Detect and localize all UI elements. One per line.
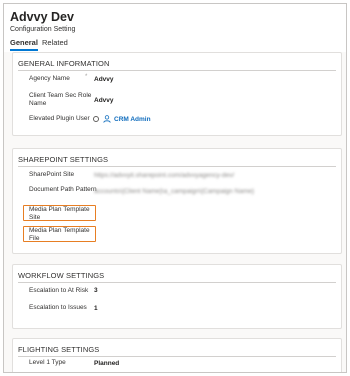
media-plan-template-file-label: Media Plan Template File xyxy=(29,227,90,242)
agency-name-label: Agency Name xyxy=(29,75,70,82)
person-icon xyxy=(103,115,111,123)
section-divider xyxy=(18,356,336,357)
section-divider xyxy=(18,166,336,167)
document-path-pattern-field[interactable]: accounts\{Client Name}\a_campaign\{Campa… xyxy=(94,188,254,195)
sharepoint-site-field[interactable]: https://advvyit.sharepoint.com/advvyagen… xyxy=(94,172,234,179)
elevated-plugin-user-lookup[interactable]: CRM Admin xyxy=(93,115,151,123)
agency-name-field[interactable]: Advvy xyxy=(94,76,114,83)
section-title: GENERAL INFORMATION xyxy=(18,59,110,68)
tab-general[interactable]: General xyxy=(10,38,38,47)
escalation-at-risk-field[interactable]: 3 xyxy=(94,287,98,294)
section-title: FLIGHTING SETTINGS xyxy=(18,345,100,354)
section-title: WORKFLOW SETTINGS xyxy=(18,271,105,280)
level-1-type-field[interactable]: Planned xyxy=(94,360,119,367)
sharepoint-site-label: SharePoint Site xyxy=(29,171,75,178)
escalation-issues-label: Escalation to Issues xyxy=(29,304,87,311)
document-path-pattern-label: Document Path Pattern xyxy=(29,186,97,193)
section-title: SHAREPOINT SETTINGS xyxy=(18,155,109,164)
tab-bar: General Related xyxy=(4,34,346,52)
record-title: Advvy Dev xyxy=(10,10,74,24)
required-indicator: * xyxy=(85,74,88,80)
workflow-settings-section: WORKFLOW SETTINGS Escalation to At Risk … xyxy=(12,264,342,329)
entity-name: Configuration Setting xyxy=(10,26,76,33)
client-team-label: Client Team Sec Role Name xyxy=(29,92,92,107)
form-window: Advvy Dev Configuration Setting General … xyxy=(3,3,347,373)
flighting-settings-section: FLIGHTING SETTINGS Level 1 Type Planned xyxy=(12,338,342,372)
escalation-issues-field[interactable]: 1 xyxy=(94,305,98,312)
lookup-circle-icon xyxy=(93,116,99,122)
general-information-section: GENERAL INFORMATION Agency Name * Advvy … xyxy=(12,52,342,136)
tab-related[interactable]: Related xyxy=(42,38,68,47)
section-divider xyxy=(18,70,336,71)
section-divider xyxy=(18,282,336,283)
client-team-field[interactable]: Advvy xyxy=(94,97,114,104)
selected-tab-indicator xyxy=(10,49,38,51)
sharepoint-settings-section: SHAREPOINT SETTINGS SharePoint Site http… xyxy=(12,148,342,254)
escalation-at-risk-label: Escalation to At Risk xyxy=(29,287,89,294)
level-1-type-label: Level 1 Type xyxy=(29,359,66,366)
media-plan-template-site-label: Media Plan Template Site xyxy=(29,206,90,221)
crm-admin-link[interactable]: CRM Admin xyxy=(114,116,151,123)
elevated-plugin-user-label: Elevated Plugin User xyxy=(29,115,90,122)
